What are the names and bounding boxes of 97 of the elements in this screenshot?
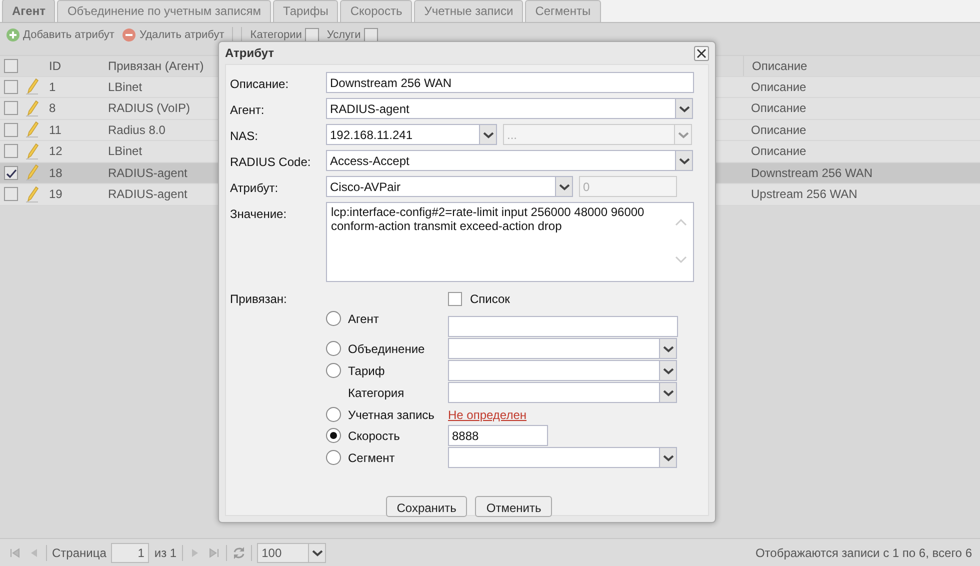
edit-icon[interactable] (25, 100, 39, 117)
table-cell: RADIUS-agent (108, 187, 188, 202)
edit-icon[interactable] (25, 142, 39, 160)
text-field[interactable] (448, 316, 678, 337)
checkbox-label: Список (470, 291, 510, 308)
edit-icon[interactable] (25, 186, 39, 203)
dialog-button[interactable]: Сохранить (386, 496, 468, 517)
table-cell-text: Описание (751, 100, 806, 118)
table-cell-text: Upstream 256 WAN (751, 186, 858, 204)
radio-button[interactable] (326, 428, 341, 443)
table-cell: 8 (49, 101, 56, 116)
field-label: RADIUS Code: (230, 154, 312, 171)
checkbox[interactable] (448, 292, 462, 306)
refresh-icon[interactable] (232, 546, 246, 560)
close-button[interactable] (694, 46, 709, 60)
column-header: ID (49, 58, 61, 73)
text-field[interactable]: Downstream 256 WAN (326, 72, 694, 93)
field-label: Агент: (230, 102, 266, 119)
checkbox[interactable] (364, 28, 378, 42)
tab[interactable]: Объединение по учетным записям (57, 0, 272, 22)
row-checkbox[interactable] (4, 166, 18, 180)
dialog-button[interactable]: Отменить (475, 496, 552, 517)
dropdown-field[interactable] (448, 338, 660, 359)
option-label: Сегмент (348, 450, 396, 467)
row-checkbox[interactable] (4, 122, 18, 137)
radio-button[interactable] (326, 450, 341, 465)
table-cell: 19 (49, 187, 62, 202)
page-count: из 1 (154, 544, 177, 562)
checkbox[interactable] (304, 28, 319, 42)
option-label: Учетная запись (348, 407, 436, 424)
table-cell-text: Downstream 256 WAN (751, 164, 873, 182)
table-cell: LBinet (108, 144, 142, 158)
select-all-checkbox[interactable] (4, 58, 18, 73)
dropdown-field[interactable]: Access-Accept (326, 150, 676, 171)
checkbox-label: Услуги (326, 28, 361, 43)
radio-button[interactable] (326, 341, 341, 356)
remove-icon (122, 28, 136, 42)
table-cell: RADIUS-agent (108, 166, 188, 180)
radio-button[interactable] (326, 311, 341, 326)
records-summary: Отображаются записи с 1 по 6, всего 6 (755, 544, 972, 562)
radio-button[interactable] (326, 363, 341, 378)
dropdown-field[interactable]: RADIUS-agent (326, 98, 676, 119)
field-label: Привязан: (230, 291, 288, 308)
toolbar-button[interactable]: Удалить атрибут (139, 26, 224, 44)
row-checkbox[interactable] (4, 144, 18, 158)
row-checkbox[interactable] (4, 187, 18, 202)
field-label: Описание: (230, 76, 290, 93)
option-label: Скорость (348, 428, 401, 445)
tab[interactable]: Тарифы (273, 0, 338, 22)
edit-icon[interactable] (25, 164, 39, 182)
edit-icon[interactable] (25, 78, 39, 96)
checkbox-label: Категории (250, 28, 302, 43)
column-header: Описание (752, 58, 808, 75)
row-checkbox[interactable] (4, 80, 18, 94)
dropdown-field[interactable] (448, 447, 660, 468)
radio-button[interactable] (326, 407, 341, 422)
table-cell-text: Описание (751, 143, 806, 160)
dropdown-field[interactable]: 192.168.11.241 (326, 124, 480, 145)
text-area[interactable]: lcp:interface-config#2=rate-limit input 256000 48000 96000 conform-action transmit exceed-action drop (326, 202, 694, 282)
row-checkbox[interactable] (4, 101, 18, 116)
text-field[interactable]: 8888 (448, 425, 548, 446)
page-size-field[interactable]: 100 (256, 542, 309, 562)
option-label: Тариф (348, 363, 386, 380)
table-cell: 12 (49, 144, 62, 158)
column-header: Привязан (Агент) (108, 58, 204, 73)
last-page-icon[interactable] (206, 546, 221, 560)
table-cell: RADIUS (VoIP) (108, 101, 190, 116)
tab[interactable]: Скорость (340, 0, 412, 22)
table-cell-text: Описание (751, 78, 806, 96)
dropdown-field[interactable] (448, 382, 660, 403)
link[interactable]: Не определен (448, 404, 527, 424)
close-icon (696, 48, 707, 58)
tab[interactable]: Агент (2, 0, 56, 22)
table-cell: 11 (49, 122, 62, 137)
table-cell: 1 (49, 80, 56, 94)
dropdown-field[interactable] (448, 360, 660, 381)
field-label: Атрибут: (230, 180, 280, 197)
table-cell: 18 (49, 166, 62, 180)
page-label: Страница (52, 544, 106, 562)
first-page-icon[interactable] (8, 546, 22, 560)
table-cell-text: Описание (751, 122, 806, 139)
tab[interactable]: Сегменты (525, 0, 601, 22)
field-label: Значение: (230, 206, 288, 223)
add-icon (6, 28, 20, 42)
tab[interactable]: Учетные записи (414, 0, 524, 22)
dropdown-field[interactable]: Cisco-AVPair (326, 176, 556, 197)
option-label: Объединение (348, 341, 426, 358)
option-label: Категория (348, 385, 406, 402)
dialog-title: Атрибут (225, 45, 274, 62)
table-cell: LBinet (108, 80, 142, 94)
edit-icon[interactable] (25, 121, 39, 138)
table-cell: Radius 8.0 (108, 122, 166, 137)
field-label: NAS: (230, 128, 260, 145)
option-label: Агент (348, 311, 380, 328)
toolbar-button[interactable]: Добавить атрибут (23, 26, 114, 44)
page-field[interactable]: 1 (111, 542, 150, 562)
checkmark-icon (5, 166, 17, 179)
